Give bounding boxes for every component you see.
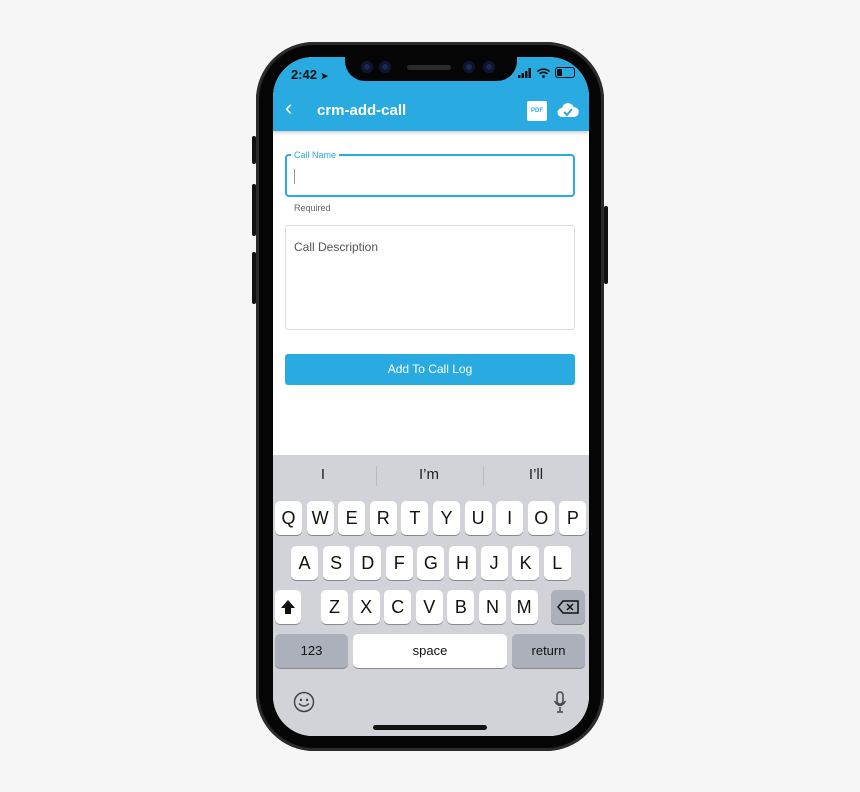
numbers-key[interactable]: 123 — [275, 634, 348, 668]
space-key[interactable]: space — [353, 634, 507, 668]
key-w[interactable]: W — [306, 501, 334, 535]
volume-up-button — [252, 184, 256, 236]
key-l[interactable]: L — [543, 546, 571, 580]
add-to-call-log-button[interactable]: Add To Call Log — [285, 354, 575, 385]
key-e[interactable]: E — [338, 501, 366, 535]
pdf-icon[interactable]: PDF — [527, 101, 547, 121]
front-camera-icon — [463, 61, 475, 73]
front-camera-icon — [483, 61, 495, 73]
signal-icon — [518, 67, 531, 78]
key-b[interactable]: B — [447, 590, 475, 624]
microphone-icon[interactable] — [553, 691, 567, 713]
call-name-helper: Required — [294, 203, 331, 213]
key-u[interactable]: U — [464, 501, 492, 535]
suggestion-divider — [376, 466, 377, 486]
shift-key[interactable] — [275, 590, 301, 624]
status-icons — [518, 67, 575, 78]
call-name-field[interactable] — [285, 154, 575, 197]
call-description-placeholder: Call Description — [294, 240, 379, 254]
key-c[interactable]: C — [384, 590, 412, 624]
suggestion-divider — [483, 466, 484, 486]
notch — [345, 57, 517, 81]
key-x[interactable]: X — [352, 590, 380, 624]
suggestion-1[interactable]: I — [273, 466, 373, 483]
key-v[interactable]: V — [415, 590, 443, 624]
text-cursor — [294, 169, 295, 184]
key-j[interactable]: J — [480, 546, 508, 580]
key-m[interactable]: M — [510, 590, 538, 624]
sensor-icon — [379, 61, 391, 73]
speaker-grille — [407, 65, 451, 70]
wifi-icon — [537, 67, 550, 78]
page-title: crm-add-call — [317, 102, 407, 119]
cloud-check-icon[interactable] — [557, 102, 579, 118]
battery-icon — [555, 67, 575, 78]
backspace-key[interactable] — [551, 590, 585, 624]
key-i[interactable]: I — [496, 501, 524, 535]
key-n[interactable]: N — [479, 590, 506, 624]
key-s[interactable]: S — [322, 546, 350, 580]
key-r[interactable]: R — [369, 501, 397, 535]
power-button — [604, 206, 608, 284]
key-q[interactable]: Q — [275, 501, 302, 535]
call-name-label: Call Name — [291, 150, 340, 160]
key-t[interactable]: T — [401, 501, 429, 535]
back-chevron-icon[interactable]: ‹ — [285, 97, 292, 119]
suggestion-2[interactable]: I’m — [379, 466, 479, 483]
key-g[interactable]: G — [417, 546, 445, 580]
phone-screen: 2:42 ➤ ‹ crm-add-call PDF Call Name Requ… — [273, 57, 589, 736]
keyboard: I I’m I’ll QWERTYUIOPASDFGHJKLZXCVBNM 12… — [273, 455, 589, 736]
key-f[interactable]: F — [385, 546, 413, 580]
key-d[interactable]: D — [354, 546, 382, 580]
app-bar: ‹ crm-add-call PDF — [273, 87, 589, 131]
sensor-icon — [361, 61, 373, 73]
status-time: 2:42 ➤ — [291, 67, 329, 82]
home-indicator[interactable] — [373, 725, 487, 730]
mute-switch — [252, 136, 256, 164]
key-z[interactable]: Z — [321, 590, 348, 624]
key-a[interactable]: A — [291, 546, 318, 580]
key-h[interactable]: H — [449, 546, 476, 580]
key-y[interactable]: Y — [433, 501, 460, 535]
key-k[interactable]: K — [512, 546, 540, 580]
key-o[interactable]: O — [527, 501, 555, 535]
return-key[interactable]: return — [512, 634, 585, 668]
key-p[interactable]: P — [559, 501, 587, 535]
backspace-icon — [557, 600, 579, 614]
suggestion-3[interactable]: I’ll — [486, 466, 586, 483]
emoji-icon[interactable] — [293, 691, 315, 713]
volume-down-button — [252, 252, 256, 304]
shift-icon — [281, 600, 295, 614]
